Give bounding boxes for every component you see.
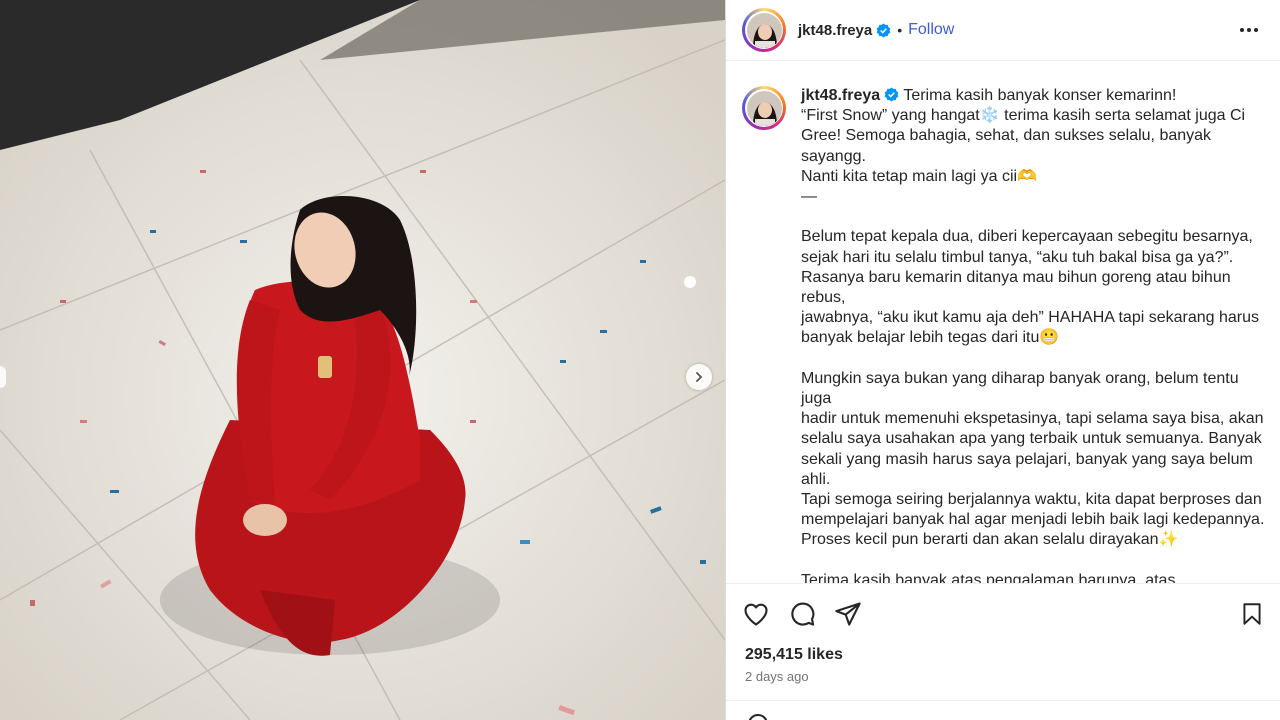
post-username[interactable]: jkt48.freya (798, 22, 872, 39)
caption-section: jkt48.freya Terima kasih banyak konser k… (726, 62, 1280, 584)
save-button[interactable] (1239, 601, 1265, 627)
next-slide-button[interactable] (686, 364, 712, 390)
post-timestamp[interactable]: 2 days ago (745, 669, 809, 684)
verified-badge-icon (876, 22, 891, 38)
share-button[interactable] (834, 600, 862, 628)
carousel-indicator (684, 276, 696, 288)
heart-icon (744, 603, 768, 626)
header-separator: • (897, 22, 903, 38)
verified-badge-icon (884, 87, 899, 102)
avatar[interactable] (742, 8, 786, 52)
comment-button[interactable] (788, 600, 816, 628)
post-details-panel: jkt48.freya • Follow jkt48.freya Terima … (725, 0, 1280, 720)
likes-count[interactable]: 295,415 likes (745, 646, 843, 664)
divider (726, 700, 1280, 701)
share-icon (835, 602, 861, 626)
chevron-right-icon (696, 372, 703, 382)
follow-button[interactable]: Follow (908, 21, 954, 39)
caption-avatar[interactable] (742, 86, 786, 130)
prev-slide-button[interactable] (0, 366, 6, 388)
action-bar (726, 596, 1280, 632)
avatar-image (746, 12, 782, 48)
bookmark-icon (1243, 603, 1261, 625)
photo-scene (0, 0, 725, 720)
caption-username[interactable]: jkt48.freya (801, 87, 880, 104)
like-button[interactable] (742, 600, 770, 628)
post-photo (0, 0, 725, 720)
comment-icon (791, 602, 815, 626)
caption-text: jkt48.freya Terima kasih banyak konser k… (801, 86, 1265, 584)
post-header: jkt48.freya • Follow (726, 0, 1280, 61)
emoji-icon[interactable] (748, 714, 768, 720)
more-options-icon[interactable] (1234, 22, 1264, 38)
caption-body: Terima kasih banyak konser kemarinn! “Fi… (801, 87, 1265, 584)
avatar-image (746, 90, 782, 126)
